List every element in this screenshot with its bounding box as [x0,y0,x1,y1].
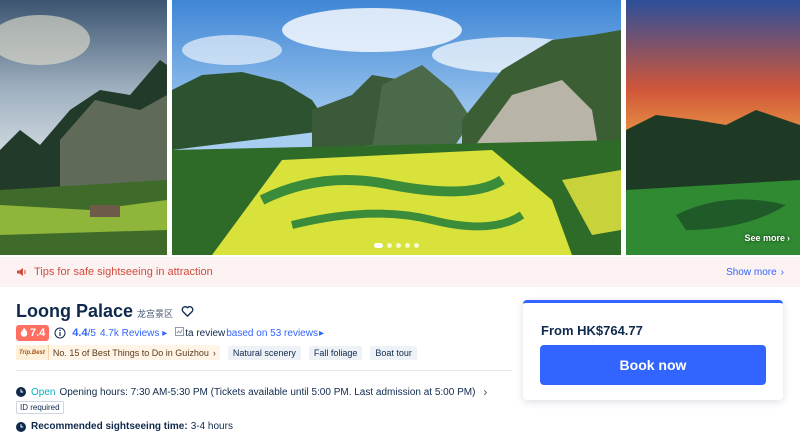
show-more-link[interactable]: Show more › [726,267,784,278]
gallery-photo-right[interactable] [626,0,800,255]
pagination-dot[interactable] [414,243,419,248]
booking-card: From HK$764.77 Book now [523,300,783,400]
safety-tips-bar[interactable]: Tips for safe sightseeing in attraction … [0,257,800,287]
tag-natural-scenery[interactable]: Natural scenery [227,345,301,360]
tag-fall-foliage[interactable]: Fall foliage [308,345,363,360]
recommended-time-label: Recommended sightseeing time: [31,421,188,432]
heart-icon[interactable] [181,305,194,318]
rating-score: 4.4 [72,327,88,339]
rating-max: /5 [87,327,96,339]
chevron-right-icon: › [787,233,790,243]
chevron-right-icon: › [212,347,216,358]
recommended-time-value: 3-4 hours [190,421,233,432]
show-more-label: Show more [726,266,777,278]
speaker-icon [16,266,28,278]
pagination-dot[interactable] [387,243,392,248]
caret-right-icon: ▸ [318,327,324,339]
tag-row: Trip.Best No. 15 of Best Things to Do in… [16,345,417,360]
id-required-badge: ID required [16,401,64,414]
attraction-header: Loong Palace 龙宫景区 [16,301,194,322]
tripbest-logo: Trip.Best [16,345,49,360]
clock-icon [16,387,26,397]
opening-hours-row[interactable]: Open Opening hours: 7:30 AM-5:30 PM (Tic… [16,385,487,399]
ta-alt-text: ta review [185,327,226,339]
price-text: From HK$764.77 [541,323,643,338]
clock-icon [16,421,26,432]
see-more-button[interactable]: See more › [744,233,790,243]
ta-based-text: based on 53 reviews [226,327,318,339]
chevron-right-icon: › [780,266,784,278]
tips-text: Tips for safe sightseeing in attraction [34,266,213,278]
ranking-text: No. 15 of Best Things to Do in Guizhou [52,347,209,358]
hot-score-badge: 7.4 [16,325,50,341]
gallery-pagination [374,243,419,248]
hot-score-value: 7.4 [30,327,46,339]
sunset-valley-photo [626,0,800,255]
canola-field-photo [172,0,621,255]
rating-row: 7.4 4.4 /5 4.7k Reviews ▸ ta review base… [16,325,324,341]
info-icon[interactable] [54,327,66,339]
local-name: 龙宫景区 [137,309,174,319]
caret-right-icon: ▸ [162,327,168,339]
tripbest-ranking[interactable]: Trip.Best No. 15 of Best Things to Do in… [16,345,220,360]
chevron-right-icon: › [483,385,488,399]
pagination-dot[interactable] [396,243,401,248]
tripadvisor-review[interactable]: ta review based on 53 reviews ▸ [175,327,324,339]
see-more-label: See more [744,233,785,243]
opening-hours-text: Opening hours: 7:30 AM-5:30 PM (Tickets … [59,386,476,398]
reviews-link[interactable]: 4.7k Reviews ▸ [100,328,167,339]
recommended-time-row: Recommended sightseeing time: 3-4 hours [16,421,233,432]
tag-boat-tour[interactable]: Boat tour [370,345,417,360]
photo-gallery: See more › [0,0,800,255]
gallery-photo-main[interactable] [172,0,621,255]
flame-icon [20,326,28,340]
pagination-dot[interactable] [405,243,410,248]
open-status: Open [31,386,56,398]
page-title: Loong Palace [16,301,134,321]
divider [16,370,512,371]
reviews-label: 4.7k Reviews [99,327,160,339]
broken-image-icon [175,327,185,339]
pagination-dot[interactable] [374,243,383,248]
karst-mountain-photo [0,0,167,255]
gallery-photo-left[interactable] [0,0,167,255]
book-now-button[interactable]: Book now [540,345,766,385]
